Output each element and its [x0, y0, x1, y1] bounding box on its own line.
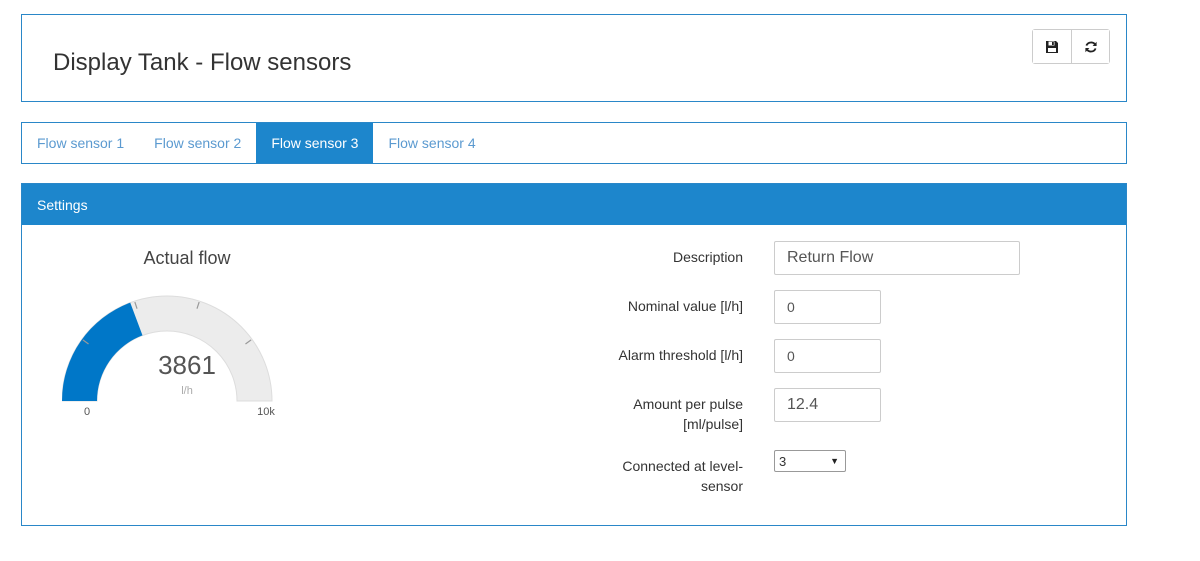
gauge-max-label: 10k — [257, 406, 275, 418]
page-title: Display Tank - Flow sensors — [53, 49, 352, 76]
amount-per-pulse-input[interactable] — [774, 388, 881, 422]
refresh-button[interactable] — [1071, 30, 1109, 63]
toolbar-button-group — [1032, 29, 1110, 64]
sensor-tabs: Flow sensor 1 Flow sensor 2 Flow sensor … — [21, 122, 1127, 164]
amount-per-pulse-label: Amount per pulse [ml/pulse] — [493, 394, 743, 434]
gauge-value: 3861 — [158, 350, 216, 380]
amount-per-pulse-label-line1: Amount per pulse — [633, 396, 743, 412]
flow-gauge: 3861 l/h 0 10k — [62, 295, 275, 418]
level-sensor-select-value: 3 — [779, 453, 787, 469]
nominal-value-label: Nominal value [l/h] — [627, 298, 743, 314]
floppy-disk-icon — [1046, 40, 1058, 53]
tab-flow-sensor-2[interactable]: Flow sensor 2 — [139, 123, 256, 163]
tab-flow-sensor-4[interactable]: Flow sensor 4 — [373, 123, 490, 163]
description-label: Description — [672, 249, 743, 265]
gauge-unit: l/h — [181, 385, 193, 397]
save-button[interactable] — [1033, 30, 1071, 63]
connected-level-sensor-label-line2: sensor — [700, 478, 743, 494]
connected-level-sensor-label: Connected at level- sensor — [493, 456, 743, 496]
settings-panel: Settings Actual flow 3861 l/h 0 10k Desc… — [21, 183, 1127, 526]
tab-flow-sensor-3[interactable]: Flow sensor 3 — [256, 123, 374, 163]
alarm-threshold-input[interactable] — [774, 339, 881, 373]
gauge-min-label: 0 — [84, 406, 90, 418]
nominal-value-input[interactable] — [774, 290, 881, 324]
level-sensor-select[interactable]: 3 ▼ — [774, 450, 846, 472]
settings-header: Settings — [22, 184, 1126, 225]
description-input[interactable] — [774, 241, 1020, 275]
header-panel: Display Tank - Flow sensors — [21, 14, 1127, 102]
refresh-icon — [1084, 41, 1097, 52]
tab-flow-sensor-1[interactable]: Flow sensor 1 — [22, 123, 139, 163]
amount-per-pulse-label-line2: [ml/pulse] — [683, 416, 743, 432]
alarm-threshold-label: Alarm threshold [l/h] — [618, 347, 744, 363]
chevron-down-icon: ▼ — [830, 456, 839, 466]
connected-level-sensor-label-line1: Connected at level- — [622, 458, 743, 474]
gauge-title: Actual flow — [143, 248, 231, 268]
